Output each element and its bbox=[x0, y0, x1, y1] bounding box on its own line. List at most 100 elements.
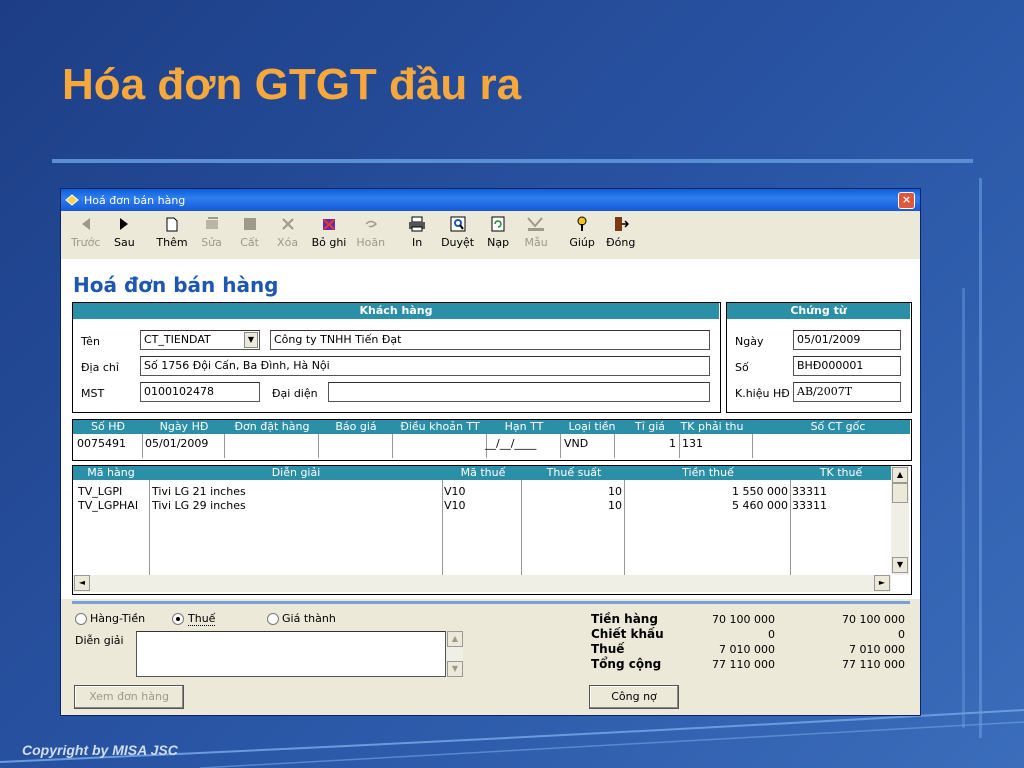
column-header: Số HĐ bbox=[90, 420, 125, 433]
item-code-cell[interactable]: TV_LGPI bbox=[78, 485, 122, 498]
form-title: Hoá đơn bán hàng bbox=[73, 273, 279, 297]
scroll-up-icon[interactable]: ▲ bbox=[447, 631, 463, 647]
delete-icon bbox=[278, 215, 298, 233]
column-header: Báo giá bbox=[335, 420, 377, 433]
preview-icon bbox=[448, 215, 468, 233]
toolbar-label: Hoãn bbox=[356, 236, 386, 249]
exchange-rate-cell[interactable]: 1 bbox=[617, 437, 676, 450]
column-header: TK thuế bbox=[819, 466, 863, 479]
next-button[interactable]: Sau bbox=[106, 211, 142, 249]
toolbar-label: Sau bbox=[114, 236, 135, 249]
radio-thue[interactable] bbox=[172, 613, 184, 625]
tax-rate-cell[interactable]: 10 bbox=[527, 499, 622, 512]
arrow-left-icon bbox=[76, 215, 96, 233]
decor-line bbox=[979, 178, 982, 738]
tax-account-cell[interactable]: 33311 bbox=[792, 499, 827, 512]
invoice-date-cell[interactable]: 05/01/2009 bbox=[145, 437, 208, 450]
scroll-down-icon[interactable]: ▼ bbox=[447, 661, 463, 677]
toolbar-label: Cất bbox=[240, 236, 259, 249]
grand-total-label: Tổng cộng bbox=[591, 657, 662, 671]
radio-gia-thanh[interactable] bbox=[267, 613, 279, 625]
help-button[interactable]: Giúp bbox=[564, 211, 600, 249]
debt-button[interactable]: Công nợ bbox=[589, 685, 679, 709]
invoice-symbol-field[interactable]: AB/2007T bbox=[793, 382, 901, 402]
horizontal-scrollbar[interactable]: ◄ ► bbox=[73, 575, 891, 592]
item-code-cell[interactable]: TV_LGPHAI bbox=[78, 499, 138, 512]
tax-code-field[interactable]: 0100102478 bbox=[140, 382, 260, 402]
tax-amount-cell[interactable]: 5 460 000 bbox=[627, 499, 788, 512]
scroll-down-icon[interactable]: ▼ bbox=[892, 557, 908, 573]
column-header: Tỉ giá bbox=[634, 420, 666, 433]
arrow-right-icon bbox=[114, 215, 134, 233]
add-button[interactable]: Thêm bbox=[152, 211, 191, 249]
preview-button[interactable]: Duyệt bbox=[437, 211, 478, 249]
reload-button[interactable]: Nạp bbox=[480, 211, 516, 249]
customer-code-select[interactable]: CT_TIENDAT ▼ bbox=[140, 330, 260, 350]
column-header: Đơn đặt hàng bbox=[234, 420, 310, 433]
toolbar-label: In bbox=[411, 236, 423, 249]
print-button[interactable]: In bbox=[399, 211, 435, 249]
tax-code-cell[interactable]: V10 bbox=[444, 499, 466, 512]
items-grid-header: Mã hàng Diễn giải Mã thuế Thuế suất Tiền… bbox=[73, 466, 891, 480]
toolbar-label: Thêm bbox=[156, 236, 188, 249]
radio-label: Giá thành bbox=[282, 612, 336, 625]
toolbar-label: Nạp bbox=[487, 236, 510, 249]
unpost-button[interactable]: Bỏ ghi bbox=[308, 211, 351, 249]
representative-field[interactable] bbox=[328, 382, 710, 402]
reload-icon bbox=[488, 215, 508, 233]
grand-total-value-foreign: 77 110 000 bbox=[842, 658, 905, 671]
invoice-number-cell[interactable]: 0075491 bbox=[77, 437, 126, 450]
undo-button[interactable]: Hoãn bbox=[352, 211, 389, 249]
column-header: Loại tiền bbox=[568, 420, 616, 433]
save-button[interactable]: Cất bbox=[232, 211, 268, 249]
title-bar: Hoá đơn bán hàng × bbox=[61, 189, 920, 211]
toolbar-label: Duyệt bbox=[441, 236, 475, 249]
invoice-symbol-label: K.hiệu HĐ bbox=[735, 387, 790, 400]
item-description-cell[interactable]: Tivi LG 29 inches bbox=[152, 499, 246, 512]
column-header: Thuế suất bbox=[546, 466, 602, 479]
title-divider bbox=[52, 159, 973, 163]
column-header: Điều khoản TT bbox=[400, 420, 480, 433]
toolbar-label: Sửa bbox=[201, 236, 222, 249]
item-description-cell[interactable]: Tivi LG 21 inches bbox=[152, 485, 246, 498]
column-header: Ngày HĐ bbox=[159, 420, 209, 433]
copyright: Copyright by MISA JSC bbox=[22, 742, 178, 758]
radio-hang-tien[interactable] bbox=[75, 613, 87, 625]
window-title: Hoá đơn bán hàng bbox=[84, 193, 186, 207]
view-order-button[interactable]: Xem đơn hàng bbox=[74, 685, 184, 709]
discount-label: Chiết khấu bbox=[591, 627, 664, 641]
address-label: Địa chỉ bbox=[81, 361, 119, 374]
template-button[interactable]: Mẫu bbox=[518, 211, 554, 249]
vertical-scrollbar[interactable]: ▲ ▼ bbox=[891, 466, 909, 575]
receivable-account-cell[interactable]: 131 bbox=[682, 437, 703, 450]
due-date-cell[interactable]: __/__/____ bbox=[485, 437, 536, 450]
toolbar-label: Mẫu bbox=[524, 236, 548, 249]
scroll-left-icon[interactable]: ◄ bbox=[74, 575, 90, 591]
invoice-grid-header: Số HĐ Ngày HĐ Đơn đặt hàng Báo giá Điều … bbox=[73, 420, 910, 434]
column-header: Tiền thuế bbox=[682, 466, 734, 479]
printer-icon bbox=[407, 215, 427, 233]
chevron-down-icon[interactable]: ▼ bbox=[244, 332, 258, 348]
delete-button[interactable]: Xóa bbox=[270, 211, 306, 249]
address-field[interactable]: Số 1756 Đội Cấn, Ba Đình, Hà Nội bbox=[140, 356, 710, 376]
template-icon bbox=[526, 215, 546, 233]
tax-rate-cell[interactable]: 10 bbox=[527, 485, 622, 498]
date-label: Ngày bbox=[735, 335, 764, 348]
tax-code-cell[interactable]: V10 bbox=[444, 485, 466, 498]
description-scrollbar[interactable]: ▲ ▼ bbox=[447, 631, 463, 677]
close-form-button[interactable]: Đóng bbox=[602, 211, 639, 249]
description-label: Diễn giải bbox=[75, 634, 124, 647]
company-name-field[interactable]: Công ty TNHH Tiến Đạt bbox=[270, 330, 710, 350]
scroll-up-icon[interactable]: ▲ bbox=[892, 467, 908, 483]
close-button[interactable]: × bbox=[898, 192, 915, 209]
date-field[interactable]: 05/01/2009 bbox=[793, 330, 901, 350]
currency-cell[interactable]: VND bbox=[564, 437, 588, 450]
prev-button[interactable]: Trước bbox=[67, 211, 104, 249]
scroll-thumb[interactable] bbox=[892, 483, 908, 503]
tax-account-cell[interactable]: 33311 bbox=[792, 485, 827, 498]
description-field[interactable] bbox=[136, 631, 446, 677]
scroll-right-icon[interactable]: ► bbox=[874, 575, 890, 591]
voucher-no-field[interactable]: BHĐ000001 bbox=[793, 356, 901, 376]
tax-amount-cell[interactable]: 1 550 000 bbox=[627, 485, 788, 498]
edit-button[interactable]: Sửa bbox=[194, 211, 230, 249]
